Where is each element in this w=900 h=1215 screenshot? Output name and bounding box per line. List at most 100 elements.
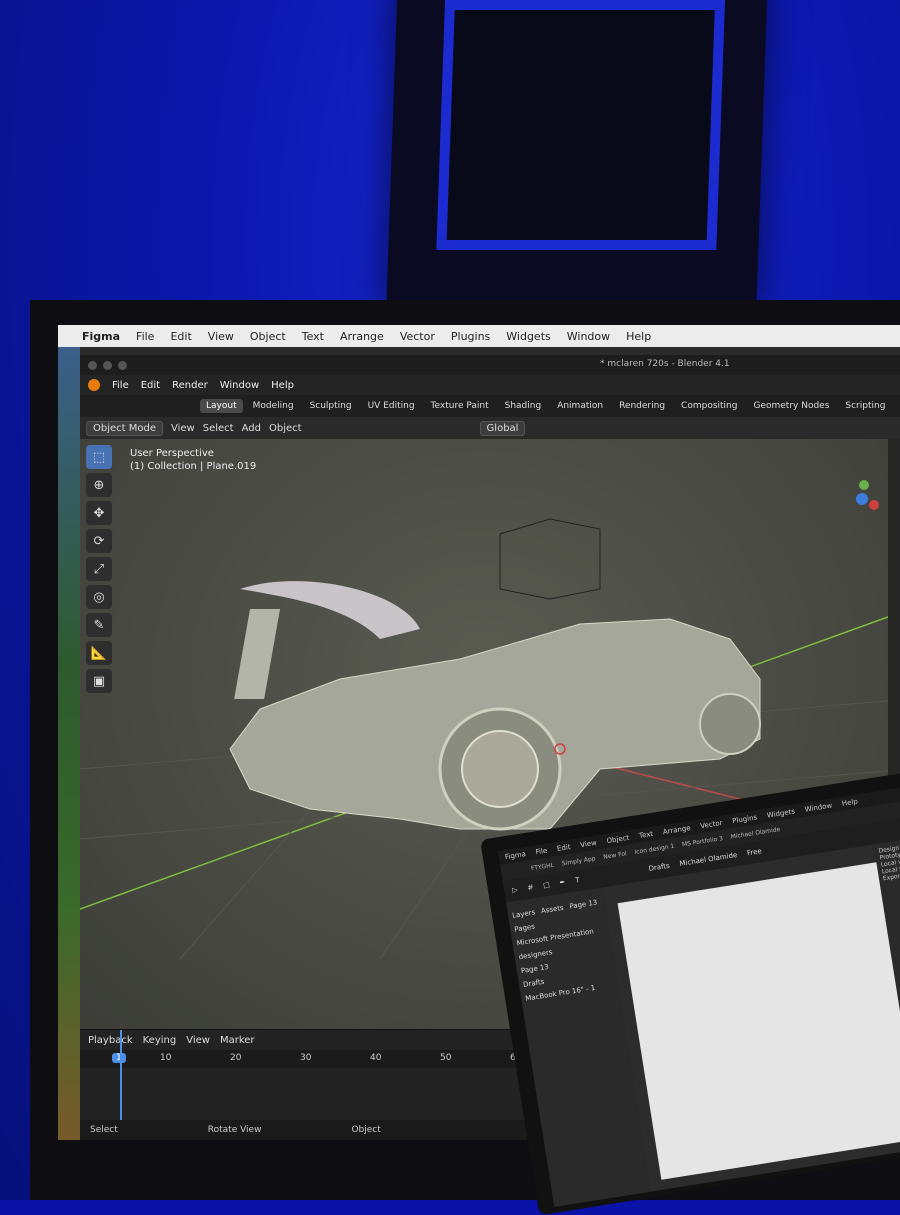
header-object[interactable]: Object — [269, 423, 302, 434]
menu-help[interactable]: Help — [271, 380, 294, 391]
laptop-screen: Figma File Edit View Object Text Arrange… — [497, 784, 900, 1207]
close-button[interactable] — [88, 360, 97, 370]
tool-shelf: ⬚ ⊕ ✥ ⟳ ⤢ ◎ ✎ 📐 ▣ — [86, 445, 114, 693]
measure-tool-icon[interactable]: 📐 — [86, 641, 112, 665]
lt-menu-window[interactable]: Window — [804, 802, 833, 814]
tab-shading[interactable]: Shading — [499, 399, 548, 413]
assets-tab[interactable]: Assets — [540, 904, 564, 915]
tick-label: 30 — [300, 1053, 312, 1063]
mac-menu-text[interactable]: Text — [302, 330, 324, 343]
blender-logo-icon[interactable] — [88, 379, 100, 391]
figma-canvas-frame[interactable] — [617, 861, 900, 1180]
marker-menu[interactable]: Marker — [220, 1035, 255, 1046]
frame-tool-icon[interactable]: # — [527, 883, 534, 892]
move-tool-icon[interactable]: ✥ — [86, 501, 112, 525]
annotate-tool-icon[interactable]: ✎ — [86, 613, 112, 637]
lt-menu-file[interactable]: File — [535, 847, 548, 857]
lt-menu-text[interactable]: Text — [638, 830, 653, 840]
tab-rendering[interactable]: Rendering — [613, 399, 671, 413]
mac-menu-widgets[interactable]: Widgets — [506, 330, 550, 343]
viewport-collection-label: (1) Collection | Plane.019 — [130, 461, 257, 472]
tab-scripting[interactable]: Scripting — [839, 399, 891, 413]
page-select[interactable]: Page 13 — [569, 898, 598, 910]
lt-menu-arrange[interactable]: Arrange — [662, 824, 691, 836]
tab-modeling[interactable]: Modeling — [247, 399, 300, 413]
tab-texture-paint[interactable]: Texture Paint — [425, 399, 495, 413]
keying-menu[interactable]: Keying — [143, 1035, 177, 1046]
timeline-view-menu[interactable]: View — [186, 1035, 210, 1046]
zoom-button[interactable] — [118, 360, 127, 370]
menu-window[interactable]: Window — [220, 380, 259, 391]
tab-compositing[interactable]: Compositing — [675, 399, 743, 413]
scale-tool-icon[interactable]: ⤢ — [86, 557, 112, 581]
playback-menu[interactable]: Playback — [88, 1035, 133, 1046]
mac-menu-arrange[interactable]: Arrange — [340, 330, 384, 343]
tab-uv-editing[interactable]: UV Editing — [362, 399, 421, 413]
tab-layout[interactable]: Layout — [200, 399, 243, 413]
status-object: Object — [351, 1125, 381, 1135]
tick-label: 40 — [370, 1053, 382, 1063]
add-cube-tool-icon[interactable]: ▣ — [86, 669, 112, 693]
figma-tab[interactable]: Simply App — [561, 855, 596, 867]
header-view[interactable]: View — [171, 423, 195, 434]
header-add[interactable]: Add — [242, 423, 261, 434]
cursor-tool-icon[interactable]: ⊕ — [86, 473, 112, 497]
workspace-tabs: Layout Modeling Sculpting UV Editing Tex… — [80, 395, 900, 417]
text-tool-icon[interactable]: T — [575, 876, 580, 885]
figma-tab[interactable]: New Fol — [603, 850, 627, 861]
status-rotate-view: Rotate View — [207, 1125, 262, 1135]
shape-tool-icon[interactable]: □ — [543, 881, 551, 890]
select-box-tool-icon[interactable]: ⬚ — [86, 445, 112, 469]
lt-menu-widgets[interactable]: Widgets — [766, 807, 795, 819]
tick-label: 10 — [160, 1053, 172, 1063]
lt-menu-edit[interactable]: Edit — [556, 843, 571, 853]
figma-tab[interactable]: Icon design 1 — [634, 842, 675, 855]
mac-menu-file[interactable]: File — [136, 330, 154, 343]
file-owner-label[interactable]: Michael Olamide — [679, 851, 738, 868]
mac-menubar: Figma File Edit View Object Text Arrange… — [58, 325, 900, 347]
menu-render[interactable]: Render — [172, 380, 208, 391]
status-select: Select — [90, 1125, 118, 1135]
plan-badge: Free — [746, 847, 763, 858]
transform-tool-icon[interactable]: ◎ — [86, 585, 112, 609]
desktop-wallpaper — [58, 347, 80, 1140]
blender-menubar: File Edit Render Window Help — [80, 375, 900, 395]
drafts-label[interactable]: Drafts — [648, 862, 670, 873]
tick-label: 20 — [230, 1053, 242, 1063]
mac-menu-view[interactable]: View — [208, 330, 234, 343]
lt-menu-help[interactable]: Help — [841, 797, 858, 807]
rotate-tool-icon[interactable]: ⟳ — [86, 529, 112, 553]
mac-menu-object[interactable]: Object — [250, 330, 286, 343]
mac-menu-window[interactable]: Window — [567, 330, 610, 343]
mac-menu-plugins[interactable]: Plugins — [451, 330, 490, 343]
mac-menu-vector[interactable]: Vector — [400, 330, 435, 343]
transform-orientation-select[interactable]: Global — [479, 420, 526, 436]
mac-menu-figma[interactable]: Figma — [82, 330, 120, 343]
tick-label: 50 — [440, 1053, 452, 1063]
laptop: Figma File Edit View Object Text Arrange… — [480, 768, 900, 1215]
lt-menu-view[interactable]: View — [580, 839, 598, 850]
header-select[interactable]: Select — [203, 423, 234, 434]
playhead[interactable] — [120, 1030, 122, 1120]
tab-sculpting[interactable]: Sculpting — [304, 399, 358, 413]
lt-menu-figma[interactable]: Figma — [504, 850, 526, 861]
lt-menu-object[interactable]: Object — [606, 834, 630, 845]
viewport-info: User Perspective (1) Collection | Plane.… — [130, 447, 256, 473]
layers-tab[interactable]: Layers — [512, 908, 536, 920]
menu-edit[interactable]: Edit — [141, 380, 160, 391]
wall-frame — [386, 0, 768, 310]
figma-tab[interactable]: FTYGHL — [531, 861, 555, 872]
mac-menu-edit[interactable]: Edit — [170, 330, 191, 343]
tab-animation[interactable]: Animation — [551, 399, 609, 413]
object-mode-select[interactable]: Object Mode — [86, 420, 163, 436]
lt-menu-vector[interactable]: Vector — [700, 819, 723, 830]
minimize-button[interactable] — [103, 360, 112, 370]
pen-tool-icon[interactable]: ✒ — [559, 878, 566, 887]
move-tool-icon[interactable]: ▷ — [512, 886, 519, 895]
navigation-gizmo-icon[interactable] — [842, 479, 882, 519]
mac-menu-help[interactable]: Help — [626, 330, 651, 343]
menu-file[interactable]: File — [112, 380, 129, 391]
tab-geometry-nodes[interactable]: Geometry Nodes — [747, 399, 835, 413]
lt-menu-plugins[interactable]: Plugins — [732, 813, 758, 825]
current-frame-label[interactable]: 1 — [112, 1053, 126, 1063]
